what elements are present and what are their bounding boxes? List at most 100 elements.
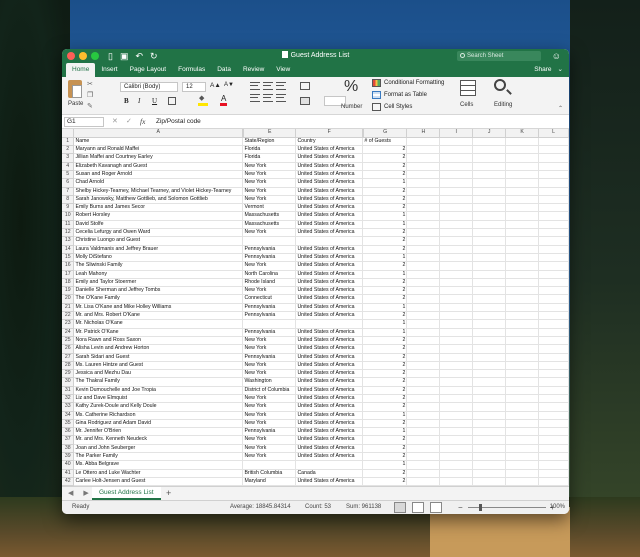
cell-empty[interactable] (538, 303, 569, 313)
copy-icon[interactable]: ❐ (87, 91, 93, 99)
cell-empty[interactable] (439, 145, 474, 155)
cell-guests[interactable]: 2 (362, 353, 408, 362)
row-number[interactable]: 31 (62, 386, 75, 396)
cell-empty[interactable] (439, 261, 474, 271)
row-number[interactable]: 36 (62, 427, 75, 437)
cell-empty[interactable] (439, 435, 474, 445)
cell-guests[interactable]: 1 (362, 411, 408, 420)
cell-empty[interactable] (505, 211, 540, 221)
cell-empty[interactable] (472, 195, 507, 205)
cell-guests[interactable]: 2 (362, 419, 408, 429)
cell-state[interactable]: Florida (242, 145, 297, 155)
cell-name[interactable]: Liz and Dave Elmquist (73, 394, 244, 404)
cell-country[interactable]: United States of America (295, 294, 364, 304)
cell-state[interactable]: Vermont (242, 203, 297, 213)
cell-empty[interactable] (406, 419, 441, 429)
cell-empty[interactable] (439, 220, 474, 230)
cell-empty[interactable] (439, 245, 474, 254)
column-header-l[interactable]: L (538, 129, 569, 138)
cell-state[interactable]: New York (242, 361, 297, 371)
cell-country[interactable]: United States of America (295, 353, 364, 362)
row-number[interactable]: 23 (62, 319, 75, 329)
column-header-e[interactable]: E (241, 129, 297, 138)
cell-name[interactable]: David Stolfe (73, 220, 244, 230)
row-number[interactable]: 35 (62, 419, 75, 429)
row-number[interactable]: 7 (62, 187, 75, 196)
cell-guests[interactable]: 2 (362, 162, 408, 172)
cell-empty[interactable] (439, 460, 474, 470)
cell-country[interactable]: United States of America (295, 386, 364, 396)
search-sheet-input[interactable]: Search Sheet (457, 51, 541, 61)
cell-empty[interactable] (439, 187, 474, 196)
tab-home[interactable]: Home (66, 63, 96, 77)
insert-function-icon[interactable]: fx (140, 117, 145, 127)
cell-empty[interactable] (406, 228, 441, 238)
cell-empty[interactable] (472, 419, 507, 429)
cells-label[interactable]: Cells (460, 102, 473, 108)
cell-empty[interactable] (505, 137, 540, 147)
cell-empty[interactable] (472, 444, 507, 454)
cell-empty[interactable] (406, 402, 441, 412)
cell-empty[interactable] (505, 145, 540, 155)
cell-country[interactable]: United States of America (295, 419, 364, 429)
cell-empty[interactable] (439, 477, 474, 486)
cell-guests[interactable]: 2 (362, 444, 408, 454)
cell-empty[interactable] (538, 170, 569, 180)
cell-state[interactable] (242, 319, 297, 329)
cell-empty[interactable] (472, 303, 507, 313)
cell-empty[interactable] (406, 444, 441, 454)
row-number[interactable]: 27 (62, 353, 75, 362)
cell-empty[interactable] (472, 211, 507, 221)
cell-empty[interactable] (505, 220, 540, 230)
cell-guests[interactable]: 2 (362, 336, 408, 346)
cell-empty[interactable] (439, 402, 474, 412)
cell-empty[interactable] (406, 435, 441, 445)
cell-empty[interactable] (472, 402, 507, 412)
cell-empty[interactable] (538, 261, 569, 271)
cell-name[interactable]: Emily and Taylor Stoermer (73, 278, 244, 288)
cell-empty[interactable] (406, 353, 441, 362)
cell-empty[interactable] (538, 319, 569, 329)
paste-icon[interactable] (68, 80, 82, 98)
cell-empty[interactable] (439, 411, 474, 420)
row-number[interactable]: 17 (62, 270, 75, 279)
cell-guests[interactable]: 1 (362, 427, 408, 437)
cell-name[interactable]: Alisha Levin and Andrew Horton (73, 344, 244, 354)
cell-name[interactable]: Emily Burns and James Secor (73, 203, 244, 213)
cell-name[interactable]: The O'Kane Family (73, 294, 244, 304)
cell-empty[interactable] (505, 303, 540, 313)
cell-empty[interactable] (538, 419, 569, 429)
font-name-select[interactable]: Calibri (Body) (120, 82, 178, 92)
row-number[interactable]: 3 (62, 153, 75, 163)
percent-icon[interactable]: % (344, 78, 358, 96)
cell-empty[interactable] (439, 319, 474, 329)
cut-icon[interactable]: ✂ (87, 80, 93, 88)
cell-empty[interactable] (472, 278, 507, 288)
row-number[interactable]: 20 (62, 294, 75, 304)
cell-empty[interactable] (439, 162, 474, 172)
cell-country[interactable]: United States of America (295, 336, 364, 346)
cell-country[interactable] (295, 236, 364, 246)
column-header-h[interactable]: H (406, 129, 441, 138)
cell-country[interactable]: United States of America (295, 153, 364, 163)
cell-empty[interactable] (505, 402, 540, 412)
sheet-tab-guest-address-list[interactable]: Guest Address List (92, 487, 161, 500)
merge-center-icon[interactable] (300, 97, 310, 105)
cell-empty[interactable] (538, 311, 569, 321)
cell-empty[interactable] (406, 236, 441, 246)
cell-empty[interactable] (505, 336, 540, 346)
cell-country[interactable]: United States of America (295, 261, 364, 271)
zoom-out-button[interactable]: − (458, 503, 463, 512)
cell-empty[interactable] (538, 402, 569, 412)
cell-name[interactable]: Leah Mahony (73, 270, 244, 279)
cell-state[interactable]: Washington (242, 377, 297, 387)
row-number[interactable]: 19 (62, 286, 75, 296)
cell-empty[interactable] (472, 220, 507, 230)
cell-state[interactable]: Rhode Island (242, 278, 297, 288)
cell-guests[interactable]: 2 (362, 344, 408, 354)
row-number[interactable]: 2 (62, 145, 75, 155)
cell-guests[interactable]: 2 (362, 278, 408, 288)
cell-country[interactable]: United States of America (295, 394, 364, 404)
cell-empty[interactable] (538, 286, 569, 296)
cell-country[interactable]: United States of America (295, 228, 364, 238)
